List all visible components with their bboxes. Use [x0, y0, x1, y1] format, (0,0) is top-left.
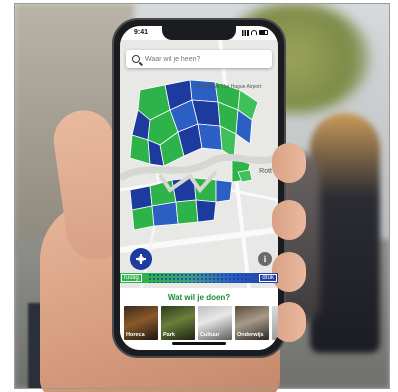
activity-panel: Wat wil je doen? Horeca Park Cultuur Ond…	[120, 288, 278, 350]
compass-ring	[136, 254, 146, 264]
activity-label: Cultuur	[200, 332, 220, 338]
status-icons	[242, 29, 268, 36]
phone: 9:41 Rotterdam The Hague Airport Rott Wa…	[112, 18, 286, 358]
map-city-label: Rott	[259, 168, 272, 175]
search-input[interactable]	[145, 55, 265, 63]
activity-label: Park	[163, 332, 175, 338]
map-area-label: Rotterdam The Hague Airport	[196, 84, 262, 90]
compass-icon	[136, 254, 146, 264]
activity-card-park[interactable]: Park	[161, 306, 195, 340]
legend-pattern	[148, 273, 250, 283]
info-icon: i	[263, 254, 267, 264]
activity-card-onderwijs[interactable]: Onderwijs	[235, 306, 269, 340]
activity-label: Horeca	[126, 332, 145, 338]
locate-button[interactable]	[130, 248, 152, 270]
home-indicator[interactable]	[172, 342, 226, 345]
hand-finger	[272, 143, 306, 183]
search-icon	[132, 55, 140, 63]
phone-notch	[162, 26, 236, 40]
background-person	[310, 113, 380, 353]
activity-label: Onderwijs	[237, 332, 264, 338]
phone-screen: 9:41 Rotterdam The Hague Airport Rott Wa…	[120, 26, 278, 350]
wifi-icon	[251, 30, 257, 35]
signal-icon	[242, 29, 250, 36]
legend-high-label: druk	[259, 274, 277, 282]
hand-finger	[272, 200, 306, 240]
crowd-legend-bar: rustig druk	[120, 273, 278, 283]
activity-title: Wat wil je doen?	[167, 293, 231, 302]
legend-low-label: rustig	[121, 274, 142, 282]
info-button[interactable]: i	[258, 252, 272, 266]
activity-card-horeca[interactable]: Horeca	[124, 306, 158, 340]
hand-finger	[272, 252, 306, 292]
activity-card-cultuur[interactable]: Cultuur	[198, 306, 232, 340]
battery-icon	[258, 30, 268, 35]
status-time: 9:41	[134, 29, 149, 36]
search-bar[interactable]	[126, 50, 272, 68]
activity-card-more[interactable]	[272, 306, 278, 340]
activity-list: Horeca Park Cultuur Onderwijs	[124, 306, 278, 340]
